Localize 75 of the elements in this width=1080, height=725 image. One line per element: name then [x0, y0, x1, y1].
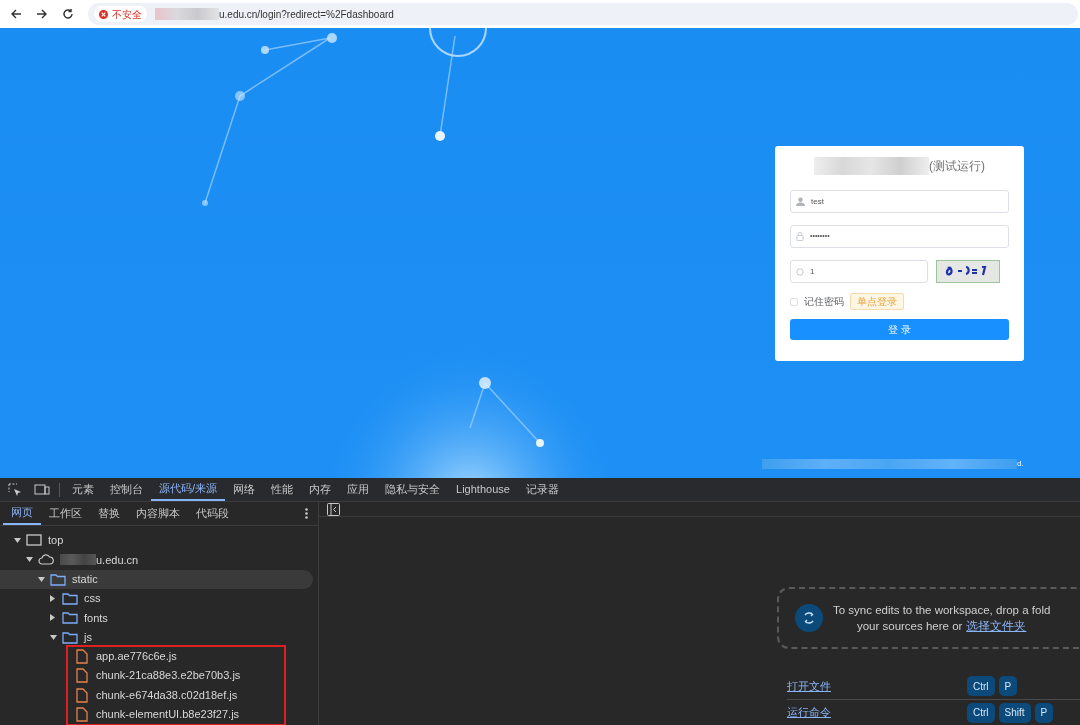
sources-tab[interactable]: 替换: [90, 502, 128, 525]
security-chip[interactable]: 不安全: [94, 6, 147, 22]
reload-icon[interactable]: [62, 8, 74, 20]
devtools-tab[interactable]: 性能: [263, 478, 302, 501]
expanded-arrow-icon[interactable]: [50, 634, 57, 640]
devtools-tab[interactable]: 内存: [301, 478, 340, 501]
devtools-tab[interactable]: 隐私与安全: [377, 478, 449, 501]
expanded-arrow-icon[interactable]: [26, 557, 33, 563]
frame-icon: [26, 533, 42, 549]
folder-icon: [62, 629, 78, 645]
footer-text: d.: [1017, 458, 1024, 470]
redacted-area: [155, 8, 219, 20]
tree-row[interactable]: chunk-21ca88e3.e2be70b3.js: [0, 666, 313, 686]
file-icon: [74, 706, 90, 722]
warning-icon: [99, 9, 108, 19]
captcha-image[interactable]: [936, 260, 1000, 283]
select-folder-link[interactable]: 选择文件夹: [966, 618, 1027, 634]
forward-icon[interactable]: [36, 8, 48, 20]
remember-checkbox[interactable]: [790, 297, 798, 306]
key-cap: P: [1034, 702, 1054, 723]
devtools-tab[interactable]: 记录器: [517, 478, 567, 501]
shortcut-link[interactable]: 运行命令: [787, 704, 967, 721]
folder-icon: [62, 591, 78, 607]
more-icon[interactable]: [305, 508, 308, 519]
workspace-message: your sources here or: [856, 619, 963, 634]
address-bar[interactable]: 不安全 u.edu.cn/login?redirect=%2Fdashboard: [88, 3, 1078, 25]
file-icon: [74, 687, 90, 703]
selected-row[interactable]: static: [0, 569, 313, 589]
tree-row[interactable]: css: [0, 588, 313, 609]
inspect-icon[interactable]: [8, 482, 22, 497]
tree-row[interactable]: js: [0, 627, 313, 647]
tree-row[interactable]: chunk-e674da38.c02d18ef.js: [0, 685, 313, 705]
file-icon: [74, 648, 90, 664]
tree-row[interactable]: app.ae776c6e.js: [0, 646, 313, 667]
sources-tab[interactable]: 内容脚本: [128, 502, 188, 525]
folder-icon: [50, 571, 66, 587]
sync-icon: [795, 604, 823, 632]
devtools-tab[interactable]: 网络: [225, 478, 264, 501]
tree-row[interactable]: chunk-elementUI.b8e23f27.js: [0, 704, 313, 724]
back-icon[interactable]: [10, 8, 22, 20]
lock-icon: [796, 232, 804, 241]
devtools-tab[interactable]: 元素: [64, 478, 102, 501]
sources-tab[interactable]: 工作区: [41, 502, 90, 525]
file-icon: [74, 668, 90, 684]
user-icon: [796, 197, 805, 206]
key-cap: Ctrl: [967, 702, 995, 723]
devtools-tab[interactable]: 应用: [339, 478, 378, 501]
sources-tab[interactable]: 网页: [3, 502, 41, 525]
devtools-tab[interactable]: 控制台: [102, 478, 151, 501]
tree-row[interactable]: fonts: [0, 608, 313, 628]
expanded-arrow-icon[interactable]: [14, 538, 21, 544]
captcha-field[interactable]: 1: [790, 260, 928, 283]
device-icon[interactable]: [34, 483, 50, 496]
key-cap: Ctrl: [967, 676, 995, 696]
collapsed-arrow-icon[interactable]: [50, 614, 55, 622]
devtools-tab[interactable]: 源代码/来源: [151, 478, 226, 501]
url-text: u.edu.cn/login?redirect=%2Fdashboard: [219, 7, 394, 22]
sources-tab[interactable]: 代码段: [188, 502, 237, 525]
key-cap: Shift: [998, 702, 1031, 723]
remember-label: 记住密码: [804, 295, 844, 309]
shortcut-link[interactable]: 打开文件: [787, 677, 967, 695]
devtools-tab[interactable]: Lighthouse: [448, 478, 518, 501]
tree-row[interactable]: top: [0, 531, 313, 551]
expanded-arrow-icon[interactable]: [38, 576, 45, 582]
login-title: (测试运行): [929, 158, 985, 175]
workspace-message: To sync edits to the workspace, drop a fold: [833, 603, 1051, 618]
cloud-icon: [38, 552, 54, 568]
drop-zone[interactable]: To sync edits to the workspace, drop a fold your sources here or 选择文件夹: [777, 587, 1080, 649]
redacted-area: [60, 554, 96, 566]
username-field[interactable]: test: [790, 190, 1009, 213]
sidebar-toggle-icon[interactable]: [327, 502, 340, 516]
key-cap: P: [998, 676, 1018, 696]
tree-row[interactable]: u.edu.cn: [0, 550, 313, 570]
folder-icon: [62, 610, 78, 626]
collapsed-arrow-icon[interactable]: [50, 595, 55, 603]
